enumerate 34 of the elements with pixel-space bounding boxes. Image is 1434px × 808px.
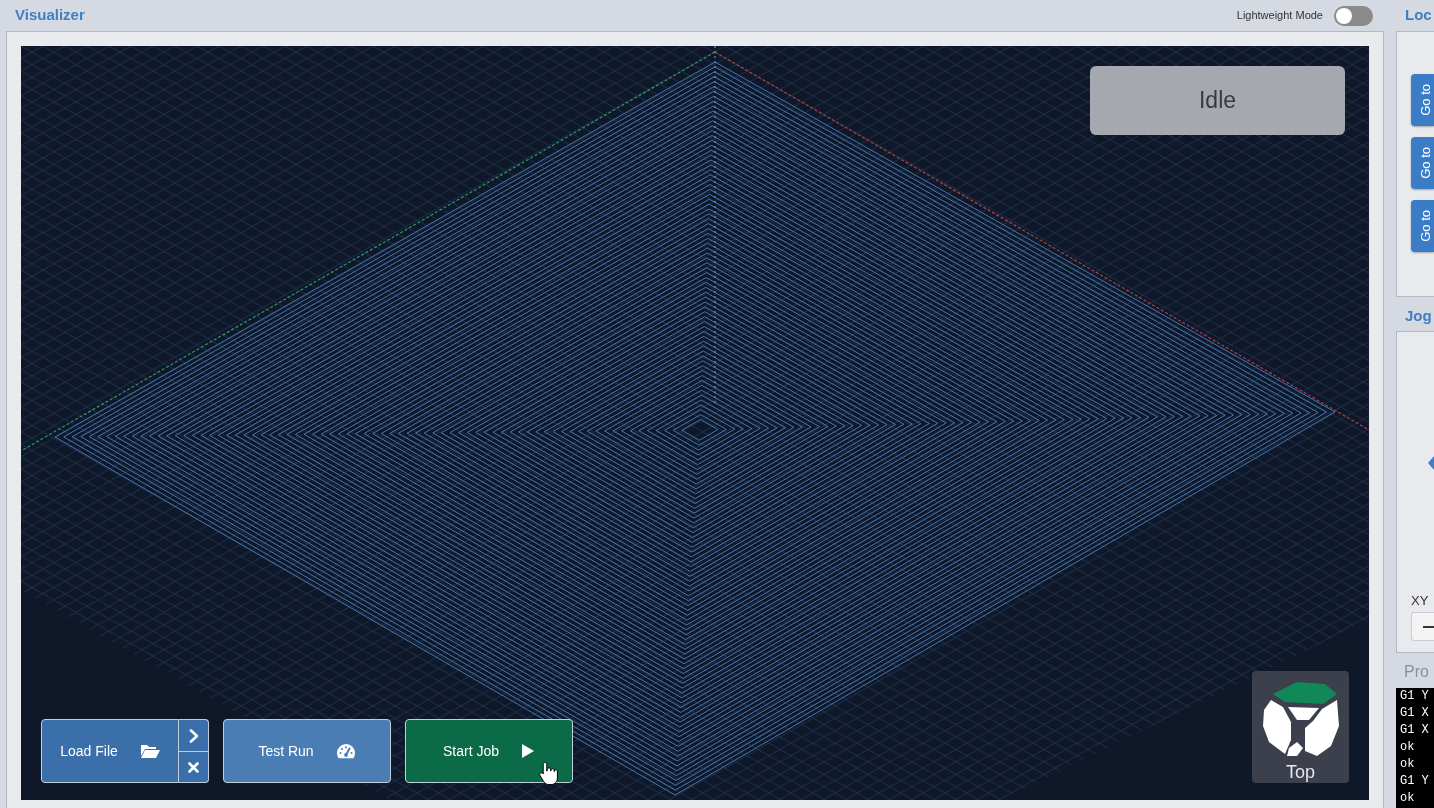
start-job-button[interactable]: Start Job [405, 719, 573, 783]
console-line: G1 Y [1400, 773, 1430, 790]
console-line: ok [1400, 739, 1416, 756]
chevron-right-icon [188, 728, 199, 743]
lightweight-mode-label: Lightweight Mode [1236, 8, 1323, 24]
close-button[interactable] [179, 751, 209, 783]
panel-title: Jog [1405, 306, 1432, 327]
folder-icon [139, 743, 160, 759]
console-line: G1 Y [1400, 688, 1430, 705]
test-run-button[interactable]: Test Run [223, 719, 391, 783]
xy-label: XY [1411, 593, 1430, 609]
go-to-button[interactable]: Go to [1411, 200, 1434, 252]
cube-icon [1262, 680, 1339, 756]
gauge-icon [335, 743, 356, 759]
go-to-button[interactable]: Go to [1411, 137, 1434, 189]
panel-title: Loc [1405, 5, 1432, 26]
load-file-button[interactable]: Load File [41, 719, 179, 783]
console-line: G1 X [1400, 722, 1430, 739]
panel-title: Visualizer [15, 5, 85, 26]
minus-icon [1423, 625, 1434, 628]
panel-title: Pro [1404, 662, 1429, 682]
console-line: ok [1400, 756, 1416, 773]
go-to-button[interactable]: Go to [1411, 74, 1434, 126]
minus-button[interactable] [1411, 612, 1434, 641]
jog-arrow-icon [1428, 456, 1434, 470]
hand-cursor-icon [539, 761, 558, 786]
view-cube-button[interactable]: Top [1252, 671, 1349, 783]
close-icon [188, 761, 199, 773]
console-line: G1 X [1400, 705, 1430, 722]
console-line: ok [1400, 790, 1416, 807]
expand-button[interactable] [179, 719, 209, 751]
machine-status: Idle [1090, 66, 1345, 135]
play-icon [521, 743, 535, 759]
lightweight-mode-switch[interactable] [1334, 5, 1373, 26]
